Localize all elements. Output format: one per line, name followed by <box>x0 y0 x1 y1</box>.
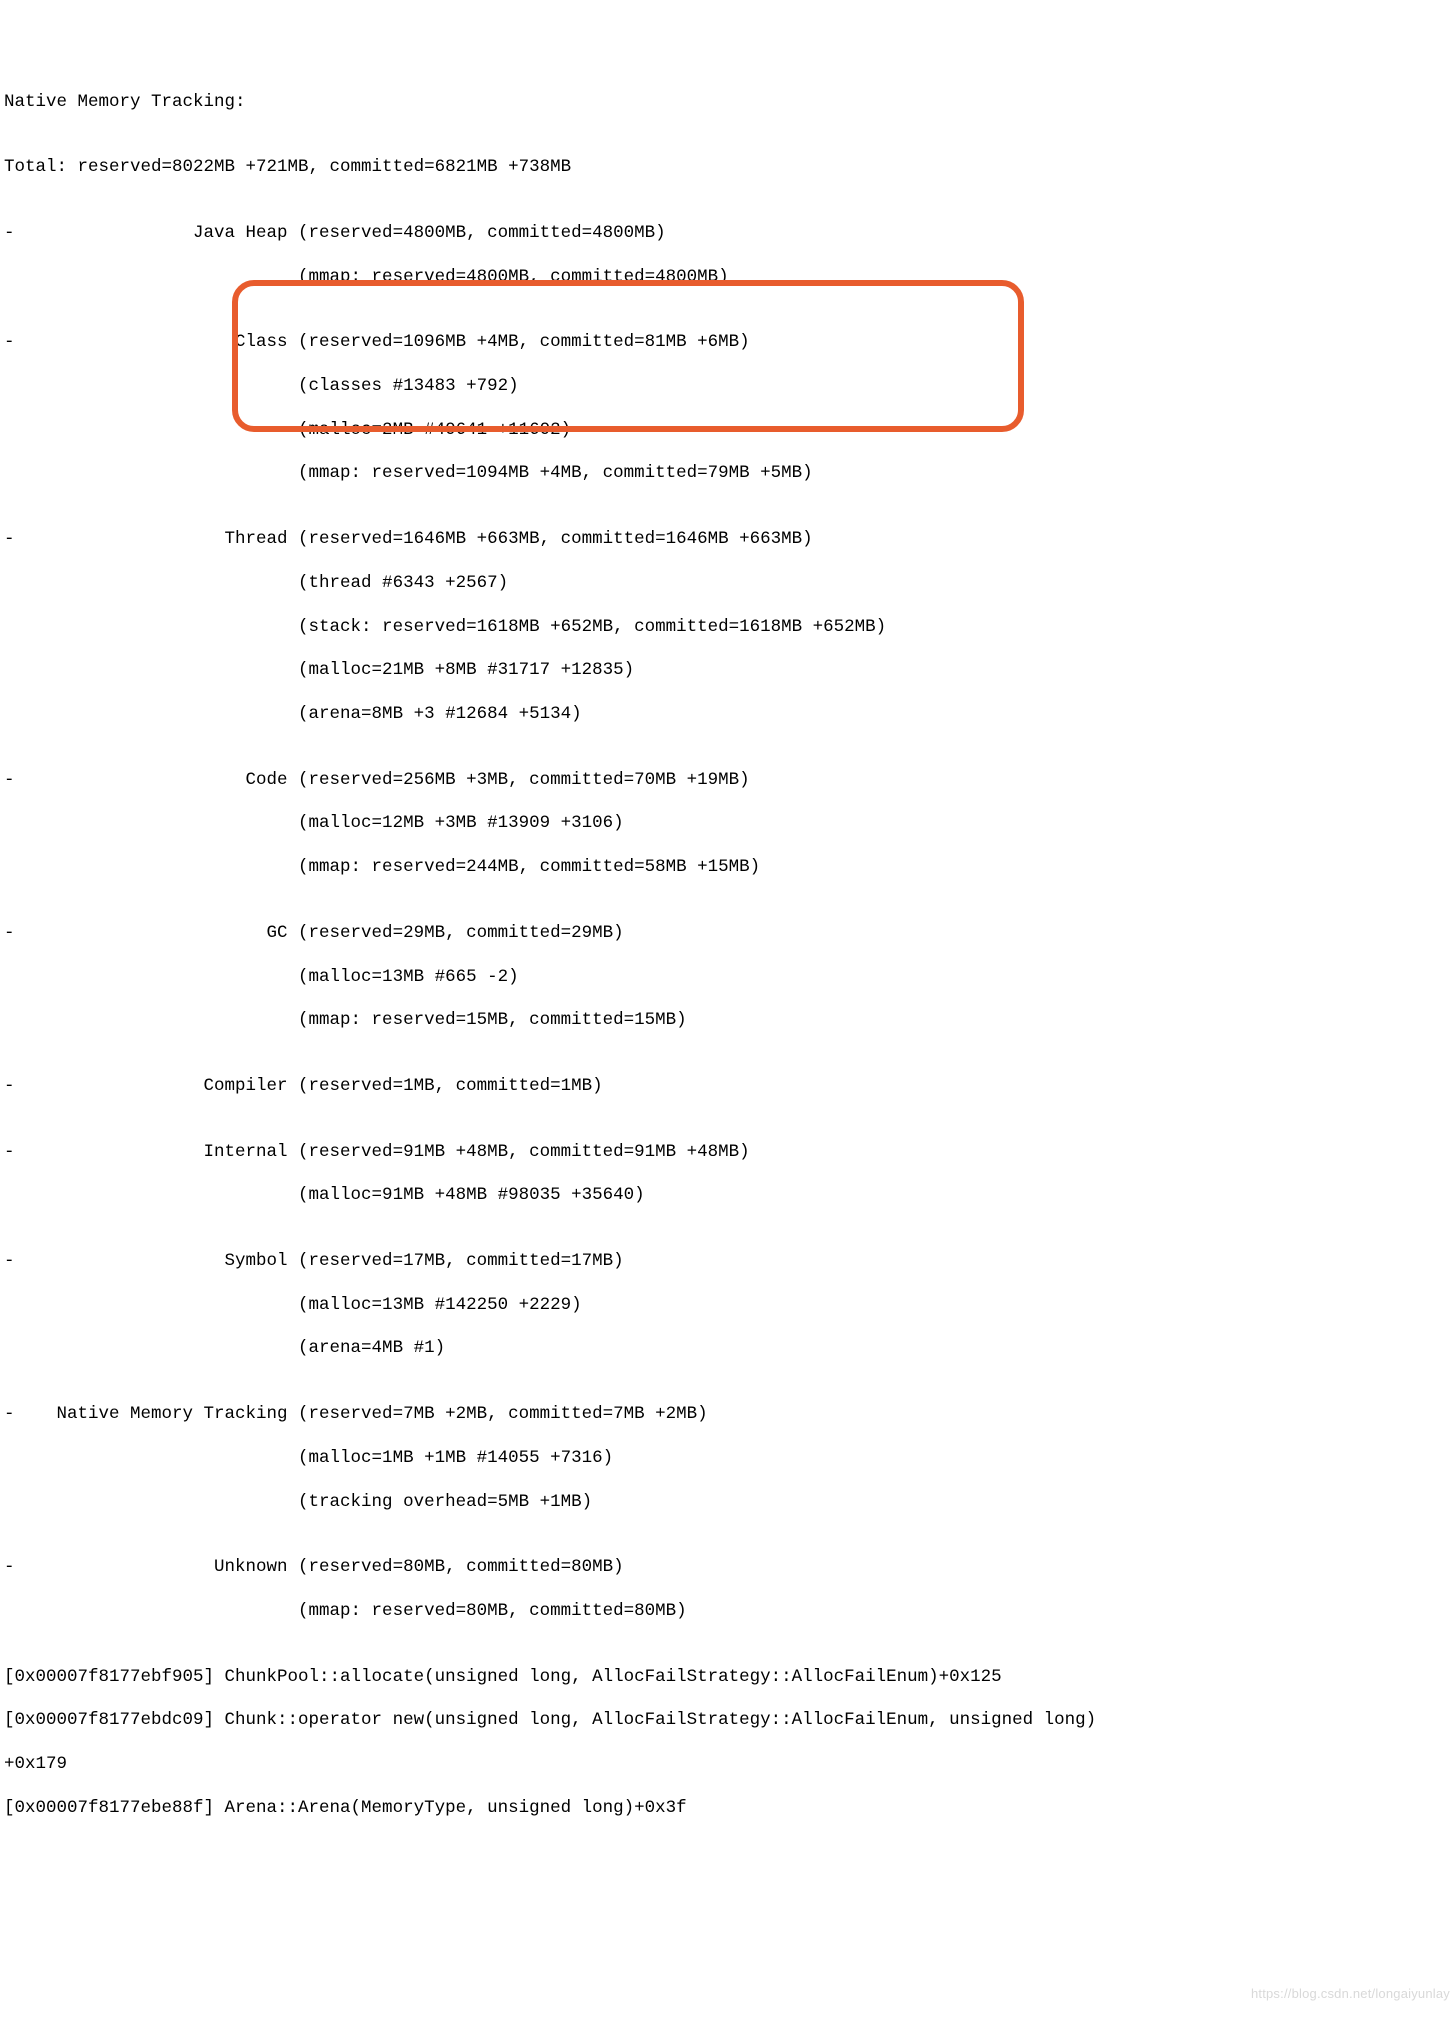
code-l1: - Code (reserved=256MB +3MB, committed=7… <box>4 770 1450 792</box>
java-heap-l2: (mmap: reserved=4800MB, committed=4800MB… <box>4 267 1450 289</box>
gc-l1: - GC (reserved=29MB, committed=29MB) <box>4 923 1450 945</box>
class-l4: (mmap: reserved=1094MB +4MB, committed=7… <box>4 463 1450 485</box>
watermark-text: https://blog.csdn.net/longaiyunlay <box>1251 1986 1450 2002</box>
thread-l5: (arena=8MB +3 #12684 +5134) <box>4 704 1450 726</box>
code-l2: (malloc=12MB +3MB #13909 +3106) <box>4 813 1450 835</box>
total-line: Total: reserved=8022MB +721MB, committed… <box>4 157 1450 179</box>
symbol-l1: - Symbol (reserved=17MB, committed=17MB) <box>4 1251 1450 1273</box>
thread-l2: (thread #6343 +2567) <box>4 573 1450 595</box>
thread-l1: - Thread (reserved=1646MB +663MB, commit… <box>4 529 1450 551</box>
nmt-header: Native Memory Tracking: <box>4 92 1450 114</box>
trace-l2: [0x00007f8177ebdc09] Chunk::operator new… <box>4 1710 1450 1732</box>
gc-l2: (malloc=13MB #665 -2) <box>4 967 1450 989</box>
symbol-l3: (arena=4MB #1) <box>4 1338 1450 1360</box>
thread-l3: (stack: reserved=1618MB +652MB, committe… <box>4 617 1450 639</box>
code-l3: (mmap: reserved=244MB, committed=58MB +1… <box>4 857 1450 879</box>
java-heap-l1: - Java Heap (reserved=4800MB, committed=… <box>4 223 1450 245</box>
nmt-l2: (malloc=1MB +1MB #14055 +7316) <box>4 1448 1450 1470</box>
thread-l4: (malloc=21MB +8MB #31717 +12835) <box>4 660 1450 682</box>
gc-l3: (mmap: reserved=15MB, committed=15MB) <box>4 1010 1450 1032</box>
class-l2: (classes #13483 +792) <box>4 376 1450 398</box>
symbol-l2: (malloc=13MB #142250 +2229) <box>4 1295 1450 1317</box>
internal-l2: (malloc=91MB +48MB #98035 +35640) <box>4 1185 1450 1207</box>
compiler-l1: - Compiler (reserved=1MB, committed=1MB) <box>4 1076 1450 1098</box>
nmt-l1: - Native Memory Tracking (reserved=7MB +… <box>4 1404 1450 1426</box>
class-l3: (malloc=2MB #40641 +11602) <box>4 420 1450 442</box>
trace-l3: +0x179 <box>4 1754 1450 1776</box>
internal-l1: - Internal (reserved=91MB +48MB, committ… <box>4 1142 1450 1164</box>
class-l1: - Class (reserved=1096MB +4MB, committed… <box>4 332 1450 354</box>
nmt-l3: (tracking overhead=5MB +1MB) <box>4 1492 1450 1514</box>
unknown-l2: (mmap: reserved=80MB, committed=80MB) <box>4 1601 1450 1623</box>
thread-highlight-box <box>232 280 1024 432</box>
unknown-l1: - Unknown (reserved=80MB, committed=80MB… <box>4 1557 1450 1579</box>
trace-l1: [0x00007f8177ebf905] ChunkPool::allocate… <box>4 1667 1450 1689</box>
trace-l4: [0x00007f8177ebe88f] Arena::Arena(Memory… <box>4 1798 1450 1820</box>
